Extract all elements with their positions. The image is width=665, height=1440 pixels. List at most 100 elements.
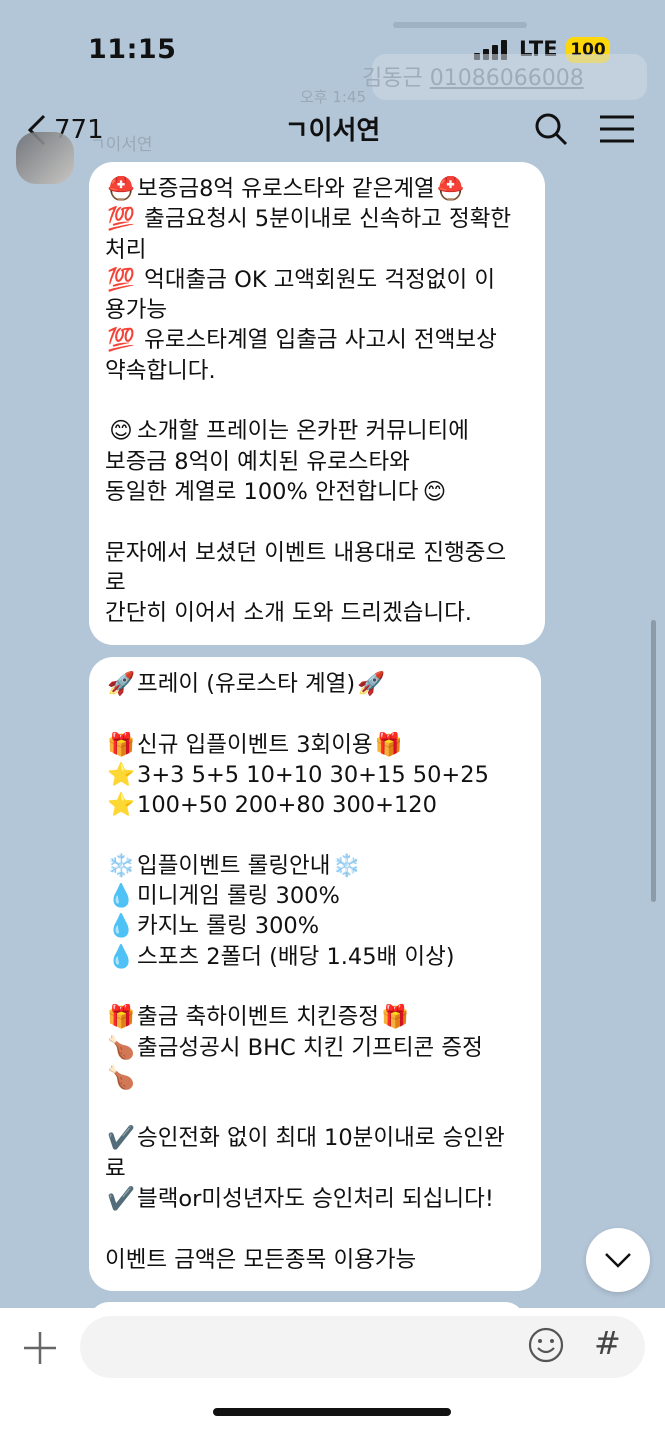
emoji-icon: 🎁 — [106, 1004, 135, 1031]
message-line — [105, 507, 529, 537]
message-line: 약속합니다. — [105, 356, 529, 386]
emoji-icon: 🍗 — [106, 1064, 135, 1091]
message-line: 🍗 — [105, 1063, 525, 1093]
emoji-icon: ❄️ — [332, 852, 361, 879]
emoji-icon: 🎁 — [106, 731, 135, 758]
plus-icon[interactable] — [20, 1328, 60, 1368]
emoji-icon: ⛑️ — [436, 176, 465, 202]
menu-icon[interactable] — [598, 114, 636, 144]
input-bar: # — [0, 1308, 665, 1440]
message-text: 미니게임 롤링 300% — [137, 883, 340, 910]
message-line: 💧스포츠 2폴더 (배당 1.45배 이상) — [105, 942, 525, 972]
message-text: 신규 입플이벤트 3회이용 — [137, 731, 373, 758]
status-time: 11:15 — [88, 34, 177, 65]
message-text: 출금 축하이벤트 치킨증정 — [137, 1004, 380, 1031]
emoji-icon: 🍗 — [106, 1034, 135, 1061]
message-text: 처리 — [105, 236, 147, 263]
emoji-icon[interactable] — [527, 1326, 565, 1364]
hash-icon[interactable]: # — [594, 1324, 621, 1362]
message-text: 입플이벤트 롤링안내 — [137, 852, 331, 879]
emoji-icon: ✔️ — [106, 1186, 135, 1213]
message-text: 3+3 5+5 10+10 30+15 50+25 — [137, 761, 489, 788]
message-text: 출금성공시 BHC 치킨 기프티콘 증정 — [137, 1034, 483, 1061]
message-text: 료 — [105, 1155, 126, 1182]
previous-message-text: 김동근 01086066008 — [362, 60, 584, 92]
message-text: 문자에서 보셨던 이벤트 내용대로 진행중으 — [105, 539, 507, 566]
message-line — [105, 386, 529, 416]
message-text: 출금요청시 5분이내로 신속하고 정확한 — [137, 206, 512, 233]
message-line: 간단히 이어서 소개 도와 드리겠습니다. — [105, 598, 529, 628]
message-line: 🎁신규 입플이벤트 3회이용🎁 — [105, 730, 525, 760]
emoji-icon: 💧 — [106, 913, 135, 940]
message-text: 보증금8억 유로스타와 같은계열 — [137, 176, 435, 202]
emoji-icon: 🎁 — [381, 1004, 410, 1031]
grab-handle — [393, 22, 527, 28]
message-text: 100+50 200+80 300+120 — [137, 792, 437, 819]
message-text: 스포츠 2폴더 (배당 1.45배 이상) — [137, 943, 455, 970]
scroll-to-bottom-button[interactable] — [586, 1228, 650, 1292]
message-line: 😊 소개할 프레이는 온카판 커뮤니티에 — [105, 416, 529, 446]
message-text: 승인전화 없이 최대 10분이내로 승인완 — [137, 1125, 505, 1152]
message-line — [105, 1093, 525, 1123]
sender-name: ㄱ이서연 — [90, 135, 153, 155]
message-text: 보증금 8억이 예치된 유로스타와 — [105, 448, 410, 475]
previous-message-name: 김동근 — [362, 66, 423, 91]
message-line: 🚀프레이 (유로스타 계열)🚀 — [105, 669, 525, 699]
message-text: 로 — [105, 569, 126, 596]
emoji-icon: 💧 — [106, 943, 135, 970]
message-line: 💯 출금요청시 5분이내로 신속하고 정확한 — [105, 204, 529, 234]
message-line: 로 — [105, 568, 529, 598]
message-line: 🍗출금성공시 BHC 치킨 기프티콘 증정 — [105, 1033, 525, 1063]
message-line — [105, 972, 525, 1002]
message-text: 간단히 이어서 소개 도와 드리겠습니다. — [105, 600, 472, 627]
emoji-icon: 🎁 — [374, 731, 403, 758]
emoji-icon: 💯 — [106, 266, 135, 293]
message-text: 카지노 롤링 300% — [137, 913, 320, 940]
message-line: 🎁출금 축하이벤트 치킨증정🎁 — [105, 1002, 525, 1032]
emoji-icon: ⛑️ — [106, 176, 135, 202]
emoji-icon: ⭐ — [106, 792, 135, 819]
message-line: 💯 억대출금 OK 고액회원도 걱정없이 이 — [105, 265, 529, 295]
message-bubble-2[interactable]: 🚀프레이 (유로스타 계열)🚀 🎁신규 입플이벤트 3회이용🎁 ⭐3+3 5+5 1… — [89, 657, 541, 1291]
message-line: 💧카지노 롤링 300% — [105, 911, 525, 941]
message-line: ✔️승인전화 없이 최대 10분이내로 승인완 — [105, 1123, 525, 1153]
previous-message-phone[interactable]: 01086066008 — [430, 66, 584, 91]
message-bubble-1[interactable]: ⛑️보증금8억 유로스타와 같은계열⛑️ 💯 출금요청시 5분이내로 신속하고 정… — [89, 162, 545, 645]
message-line: 이벤트 금액은 모든종목 이용가능 — [105, 1245, 525, 1275]
sender-avatar[interactable] — [16, 132, 74, 184]
message-line: ⭐3+3 5+5 10+10 30+15 50+25 — [105, 760, 525, 790]
message-text: 약속합니다. — [105, 357, 216, 384]
emoji-icon: 💯 — [106, 327, 135, 354]
message-line: ⛑️보증금8억 유로스타와 같은계열⛑️ — [105, 174, 529, 204]
chevron-down-icon — [605, 1253, 631, 1268]
emoji-icon: 🚀 — [357, 671, 386, 697]
home-indicator — [213, 1408, 451, 1416]
message-line: 💯 유로스타계열 입출금 사고시 전액보상 — [105, 325, 529, 355]
message-line: 💧미니게임 롤링 300% — [105, 881, 525, 911]
message-text: 억대출금 OK 고액회원도 걱정없이 이 — [137, 266, 496, 293]
emoji-icon: ✔️ — [106, 1125, 135, 1152]
search-icon[interactable] — [532, 110, 570, 148]
message-text: 이벤트 금액은 모든종목 이용가능 — [105, 1246, 417, 1273]
emoji-icon: ❄️ — [106, 852, 135, 879]
message-text: 블랙or미성년자도 승인처리 되십니다! — [137, 1186, 494, 1213]
message-line — [105, 699, 525, 729]
message-line: 처리 — [105, 235, 529, 265]
message-line: 동일한 계열로 100% 안전합니다 😊 — [105, 477, 529, 507]
message-line: 보증금 8억이 예치된 유로스타와 — [105, 447, 529, 477]
message-line: ❄️입플이벤트 롤링안내❄️ — [105, 851, 525, 881]
message-line: ⭐100+50 200+80 300+120 — [105, 790, 525, 820]
message-text: 용가능 — [105, 297, 168, 324]
message-line: 용가능 — [105, 295, 529, 325]
message-line — [105, 820, 525, 850]
emoji-icon: 💯 — [106, 206, 135, 233]
message-line — [105, 1214, 525, 1244]
scrollbar[interactable] — [651, 620, 656, 902]
message-line: 문자에서 보셨던 이벤트 내용대로 진행중으 — [105, 538, 529, 568]
message-line: 료 — [105, 1154, 525, 1184]
message-text: 프레이 (유로스타 계열) — [137, 671, 356, 697]
message-text: 소개할 프레이는 온카판 커뮤니티에 — [137, 418, 469, 445]
emoji-icon: 😊 — [422, 478, 447, 505]
message-line: ✔️블랙or미성년자도 승인처리 되십니다! — [105, 1184, 525, 1214]
emoji-icon: ⭐ — [106, 761, 135, 788]
